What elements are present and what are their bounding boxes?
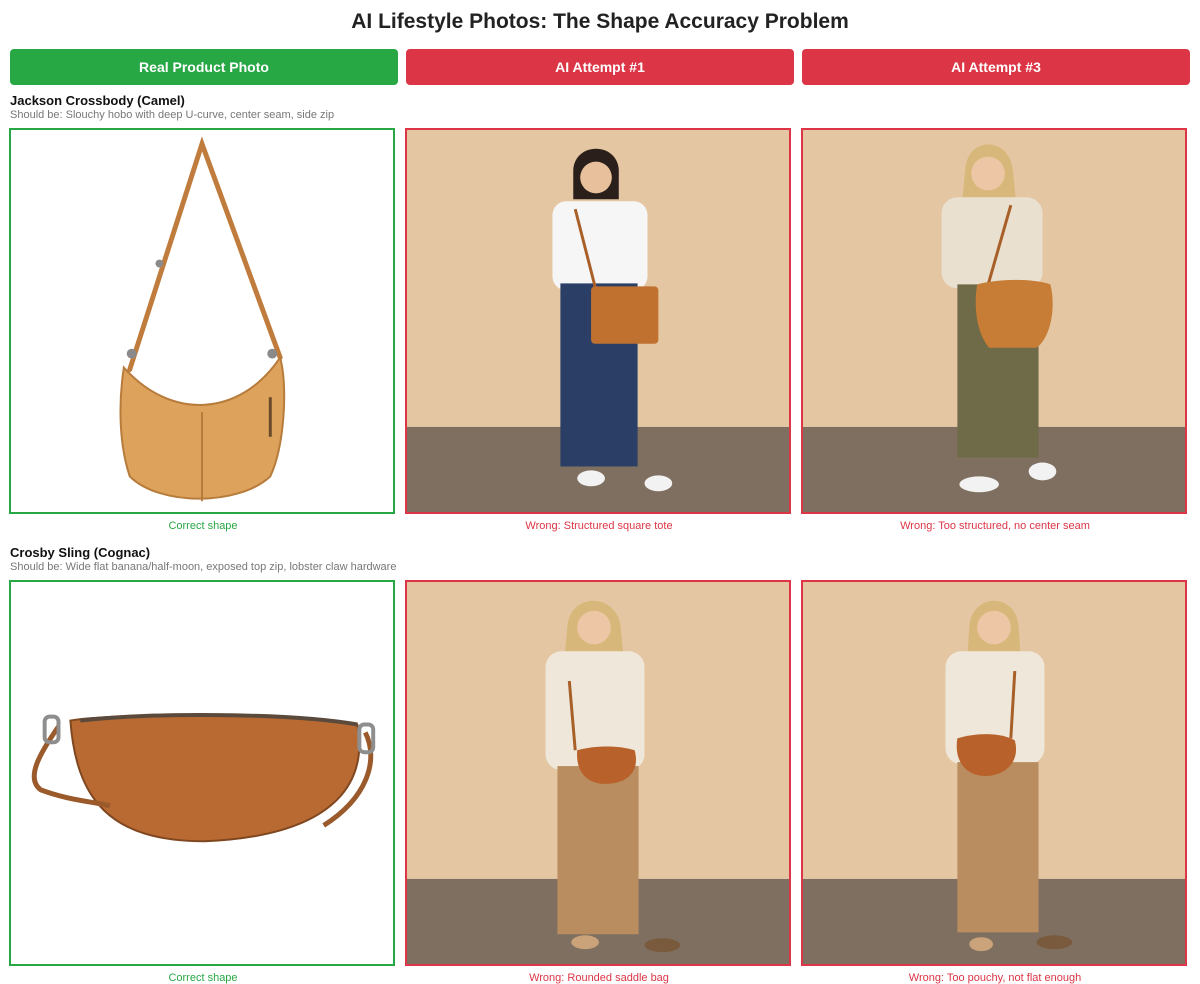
product-name-jackson: Jackson Crossbody (Camel) xyxy=(10,93,185,108)
caption-ai1-jackson: Wrong: Structured square tote xyxy=(525,520,673,532)
real-photo-crosby xyxy=(9,580,395,966)
product-name-crosby: Crosby Sling (Cognac) xyxy=(10,545,151,560)
column-header-real-product-photo: Real Product Photo xyxy=(10,49,398,85)
sling-bag-image xyxy=(31,713,376,843)
page-title: AI Lifestyle Photos: The Shape Accuracy … xyxy=(351,10,849,33)
ai-attempt-3-photo-jackson xyxy=(801,128,1187,514)
model-with-bag-image xyxy=(407,130,789,512)
model-with-bag-image xyxy=(803,130,1185,512)
caption-ai3-crosby: Wrong: Too pouchy, not flat enough xyxy=(908,972,1082,984)
column-header-ai-attempt-3: AI Attempt #3 xyxy=(802,49,1190,85)
column-header-ai-attempt-1: AI Attempt #1 xyxy=(406,49,794,85)
model-with-bag-image xyxy=(803,582,1185,964)
ai-attempt-1-photo-crosby xyxy=(405,580,791,966)
hobo-bag-image xyxy=(119,136,286,502)
caption-real-crosby: Correct shape xyxy=(168,972,238,984)
product-description-jackson: Should be: Slouchy hobo with deep U-curv… xyxy=(10,109,335,121)
caption-real-jackson: Correct shape xyxy=(168,520,238,532)
ai-attempt-3-photo-crosby xyxy=(801,580,1187,966)
caption-ai1-crosby: Wrong: Rounded saddle bag xyxy=(529,972,669,984)
caption-ai3-jackson: Wrong: Too structured, no center seam xyxy=(900,520,1090,532)
product-description-crosby: Should be: Wide flat banana/half-moon, e… xyxy=(10,561,397,573)
ai-attempt-1-photo-jackson xyxy=(405,128,791,514)
model-with-bag-image xyxy=(407,582,789,964)
real-photo-jackson xyxy=(9,128,395,514)
